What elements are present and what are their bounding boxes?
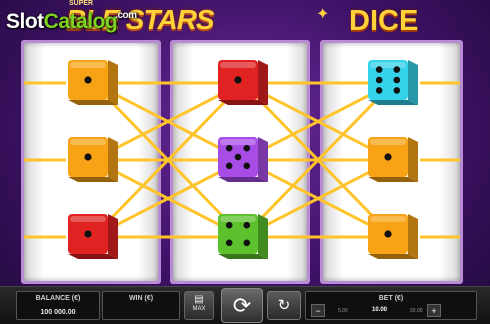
cyan-die-6 (366, 58, 420, 108)
max-bet-button[interactable]: ▤ MAX (184, 291, 214, 320)
spin-arrows-icon: ⟳ (232, 293, 252, 318)
bet-selector: BET (€) − 5.00 10.00 20.00 + (305, 291, 477, 320)
autoplay-icon: ↻ (277, 297, 291, 314)
header: SUPER BLE STARS ✦ DICE SlotCatalog.com (0, 0, 490, 40)
slotcatalog-watermark: SlotCatalog.com (6, 10, 137, 34)
purple-die-5 (216, 135, 270, 185)
game-title-dice: DICE (349, 5, 419, 37)
balance-value: 100 000.00 (40, 309, 76, 316)
autoplay-button[interactable]: ↻ (267, 291, 301, 320)
bet-increase-button[interactable]: + (427, 304, 441, 317)
watermark-slot: Slot (6, 10, 44, 33)
bet-option[interactable]: 5.00 (338, 308, 348, 314)
star-swirl-icon: ✦ (316, 6, 330, 23)
watermark-catalog: Catalog (43, 10, 118, 33)
bet-option-selected[interactable]: 10.00 (372, 307, 387, 313)
orange-die-1 (366, 212, 420, 262)
bet-decrease-button[interactable]: − (311, 304, 325, 317)
orange-die-1 (366, 135, 420, 185)
win-display: WIN (€) (102, 291, 180, 320)
coin-stack-icon: ▤ (194, 294, 204, 305)
win-label: WIN (€) (128, 295, 154, 302)
red-die-1 (66, 212, 120, 262)
orange-die-1 (66, 58, 120, 108)
max-label: MAX (192, 306, 206, 312)
watermark-tld: .com (115, 10, 137, 21)
red-die-1 (216, 58, 270, 108)
spin-button[interactable]: ⟳ (221, 288, 263, 323)
bet-option[interactable]: 20.00 (410, 308, 423, 314)
green-die-4 (216, 212, 270, 262)
bet-label: BET (€) (378, 295, 404, 302)
balance-display: BALANCE (€) 100 000.00 (16, 291, 100, 320)
balance-label: BALANCE (€) (35, 295, 81, 302)
orange-die-1 (66, 135, 120, 185)
